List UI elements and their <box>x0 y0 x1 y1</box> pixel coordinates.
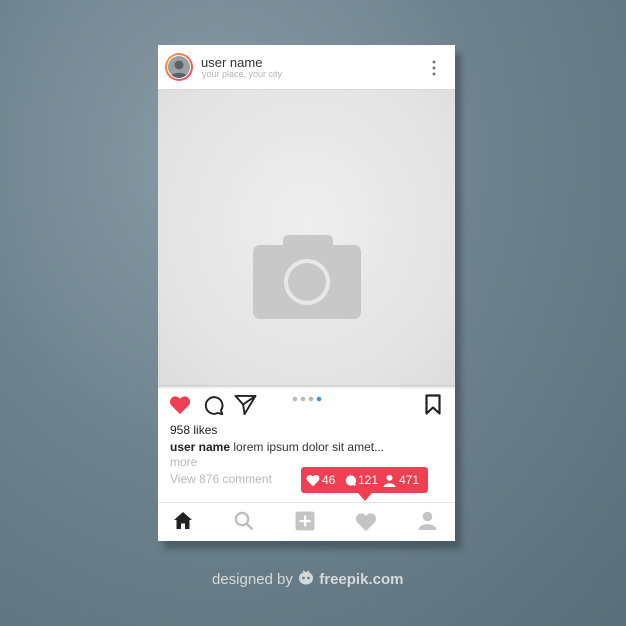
search-icon[interactable] <box>234 511 253 530</box>
post-caption: user name lorem ipsum dolor sit amet... <box>170 440 384 454</box>
credit-brand: freepik.com <box>319 571 404 588</box>
share-send-icon[interactable] <box>234 394 257 416</box>
caption-username[interactable]: user name <box>170 440 230 454</box>
post-header: user name your place, your city <box>158 45 455 89</box>
post-image[interactable] <box>158 89 455 386</box>
notif-likes-count: 46 <box>322 473 336 487</box>
like-heart-icon[interactable] <box>169 395 191 415</box>
add-post-icon[interactable] <box>295 511 315 531</box>
profile-icon[interactable] <box>418 511 437 530</box>
more-link[interactable]: more <box>170 455 197 469</box>
more-options-icon[interactable] <box>429 60 439 76</box>
notif-heart-icon <box>306 474 320 487</box>
view-comments-link[interactable]: View 876 comment <box>170 472 272 486</box>
notif-followers: 471 <box>383 474 425 488</box>
post-location[interactable]: your place, your city <box>202 69 282 79</box>
notif-comments-count: 121 <box>358 473 379 487</box>
likes-count[interactable]: 958 likes <box>170 423 217 437</box>
activity-heart-icon[interactable] <box>354 512 378 532</box>
user-silhouette-icon <box>170 60 188 78</box>
image-divider-shadow <box>158 385 455 389</box>
credit-prefix: designed by <box>212 571 293 588</box>
notif-comment-icon <box>345 475 357 486</box>
freepik-logo-icon <box>299 570 314 585</box>
notif-person-icon <box>383 474 396 487</box>
carousel-indicator <box>292 396 322 402</box>
designed-by-credit: designed by freepik.com <box>212 570 403 588</box>
activity-notification-bubble[interactable]: 46 121 471 <box>301 467 428 501</box>
notif-comments: 121 <box>344 474 384 488</box>
camera-placeholder-icon <box>253 235 361 319</box>
home-icon[interactable] <box>173 511 193 530</box>
bookmark-icon[interactable] <box>425 394 441 415</box>
comment-icon[interactable] <box>203 395 224 416</box>
caption-text: lorem ipsum dolor sit amet... <box>233 440 385 454</box>
post-username[interactable]: user name <box>201 55 262 70</box>
bottom-nav-divider <box>158 502 455 503</box>
avatar[interactable] <box>165 53 193 81</box>
notif-followers-count: 471 <box>399 473 420 487</box>
post-card: user name your place, your city 958 like… <box>158 45 455 541</box>
notif-likes: 46 <box>306 474 342 488</box>
notif-pointer <box>358 493 372 501</box>
